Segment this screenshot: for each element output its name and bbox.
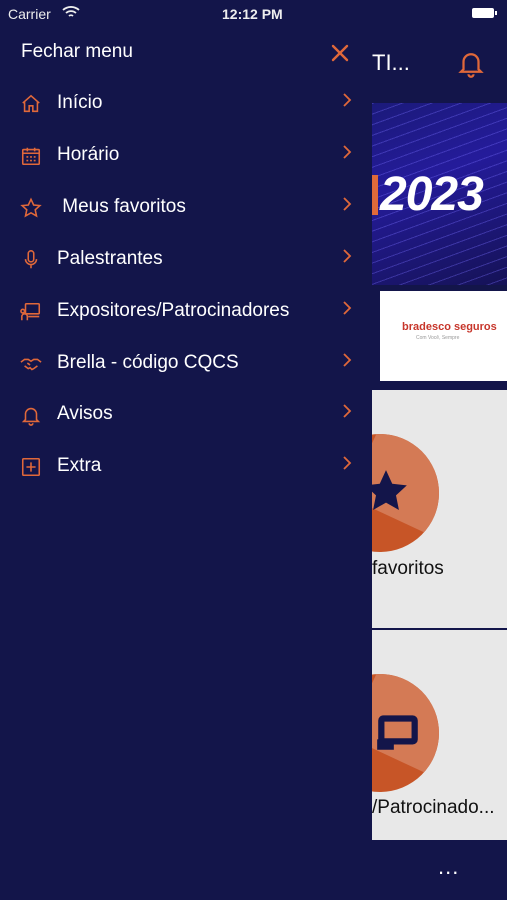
banner-accent (372, 175, 378, 215)
favorites-card-label: favoritos (372, 558, 444, 579)
chevron-right-icon (343, 353, 352, 367)
chevron-right-icon (343, 404, 352, 418)
chevron-right-icon (343, 145, 352, 159)
side-drawer: Fechar menu Início Horário Meus favorito… (0, 0, 372, 900)
app-title: TI... (372, 50, 410, 75)
sponsor-logo: bradesco seguros (402, 321, 497, 333)
menu-item-palestrantes[interactable]: Palestrantes (0, 235, 372, 285)
chevron-right-icon (343, 456, 352, 470)
clock: 12:12 PM (222, 6, 283, 22)
star-icon (20, 197, 42, 218)
status-bar: Carrier 12:12 PM (0, 0, 507, 28)
handshake-icon (20, 358, 42, 371)
menu-item-label: Horário (57, 144, 120, 165)
battery-icon (472, 8, 497, 18)
menu-item-meus-favoritos[interactable]: Meus favoritos (0, 183, 372, 233)
calendar-icon (21, 147, 41, 166)
close-icon[interactable] (330, 43, 350, 63)
wifi-icon (62, 6, 80, 17)
more-tab[interactable]: ... (438, 854, 459, 880)
exhibitor-icon (20, 302, 41, 321)
notifications-bell-icon[interactable] (456, 48, 486, 78)
menu-item-label: Início (57, 92, 103, 113)
plus-square-icon (21, 457, 41, 477)
menu-item-label: Palestrantes (57, 248, 163, 269)
menu-item-label: Brella - código CQCS (57, 352, 239, 373)
exhibitors-card[interactable]: /Patrocinado... (321, 630, 507, 840)
event-banner: 2023 (372, 103, 507, 285)
sponsor-tagline: Com Você, Sempre (416, 335, 460, 341)
menu-item-inicio[interactable]: Início (0, 79, 372, 129)
menu-item-label: Avisos (57, 403, 113, 424)
bell-icon (21, 407, 41, 426)
exhibitor-icon (377, 715, 418, 750)
sponsor-card[interactable]: bradesco seguros Com Você, Sempre (380, 291, 507, 381)
menu-item-label: Extra (57, 455, 102, 476)
favorites-card[interactable]: favoritos (321, 390, 507, 628)
menu-item-label: Expositores/Patrocinadores (57, 300, 290, 321)
menu-item-extra[interactable]: Extra (0, 442, 372, 492)
chevron-right-icon (343, 197, 352, 211)
banner-year: 2023 (380, 168, 484, 221)
chevron-right-icon (343, 93, 352, 107)
close-menu-label[interactable]: Fechar menu (21, 41, 133, 63)
menu-item-brella[interactable]: Brella - código CQCS (0, 339, 372, 389)
tab-bar: ... (372, 840, 507, 900)
exhibitors-card-label: /Patrocinado... (372, 797, 495, 818)
menu-item-expositores[interactable]: Expositores/Patrocinadores (0, 287, 372, 337)
menu-item-horario[interactable]: Horário (0, 131, 372, 181)
chevron-right-icon (343, 249, 352, 263)
home-icon (22, 94, 40, 113)
carrier-label: Carrier (8, 6, 51, 22)
microphone-icon (24, 250, 38, 269)
menu-item-avisos[interactable]: Avisos (0, 390, 372, 440)
chevron-right-icon (343, 301, 352, 315)
menu-item-label: Meus favoritos (57, 196, 186, 217)
